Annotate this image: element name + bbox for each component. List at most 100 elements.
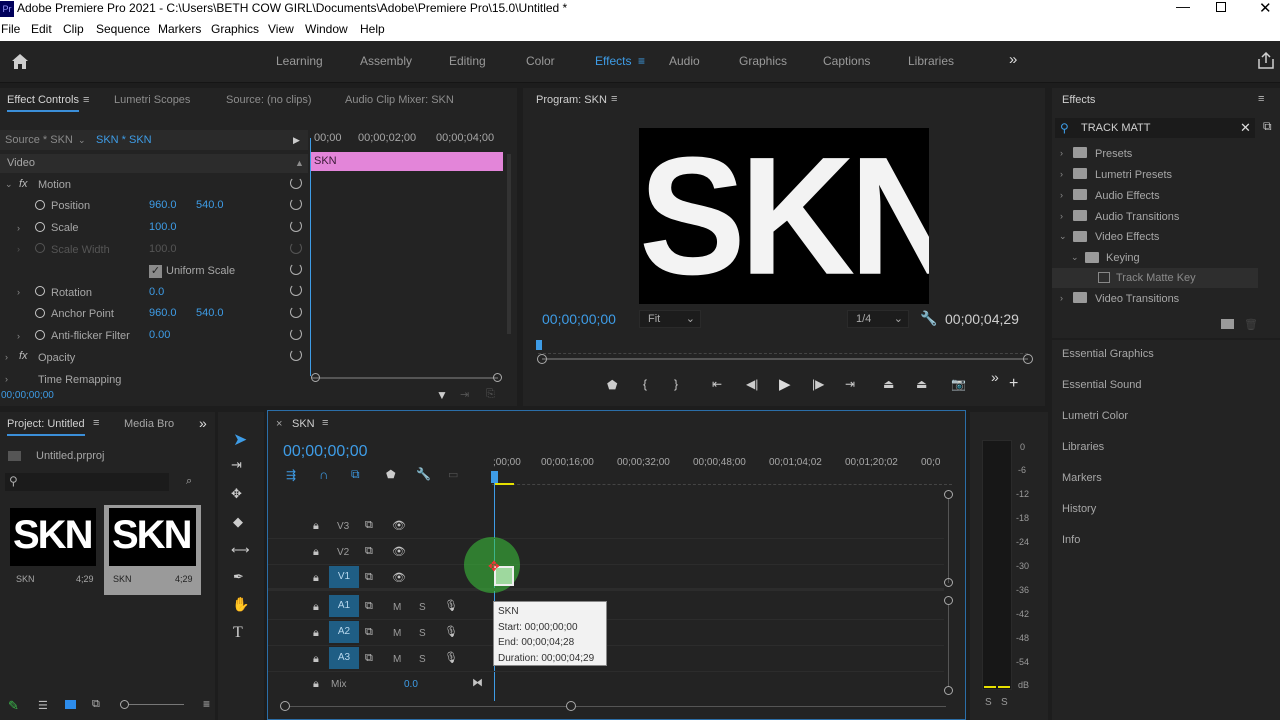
hand-tool-icon[interactable]: ✋: [232, 596, 249, 613]
sync-lock-icon[interactable]: ⧉: [365, 626, 373, 639]
effects-search-input[interactable]: TRACK MATT: [1081, 122, 1150, 134]
solo-button[interactable]: S: [419, 654, 426, 665]
panel-essential-sound[interactable]: Essential Sound: [1062, 379, 1142, 391]
mini-playhead[interactable]: [536, 340, 542, 350]
reset-icon[interactable]: [290, 284, 302, 296]
panel-info[interactable]: Info: [1062, 534, 1080, 546]
minimize-icon[interactable]: —: [1176, 0, 1190, 14]
expand-icon[interactable]: ›: [17, 287, 20, 297]
scroll-handle[interactable]: [944, 490, 953, 499]
lock-icon[interactable]: 🔒︎: [313, 627, 319, 640]
position-y[interactable]: 540.0: [196, 199, 224, 211]
expand-icon[interactable]: ›: [1060, 211, 1063, 221]
fit-dropdown[interactable]: Fit ⌄: [639, 310, 701, 328]
reset-icon[interactable]: [290, 328, 302, 340]
panel-essential-graphics[interactable]: Essential Graphics: [1062, 348, 1154, 360]
lock-icon[interactable]: 🔒︎: [313, 520, 319, 533]
timeline-timecode[interactable]: 00;00;00;00: [283, 443, 368, 461]
add-marker-icon[interactable]: ⬟: [607, 378, 617, 392]
pencil-icon[interactable]: ✎: [8, 698, 19, 714]
go-to-out-icon[interactable]: ⇥: [845, 377, 855, 391]
track-v2[interactable]: 🔒︎ V2 ⧉ 👁︎: [268, 540, 944, 565]
sync-lock-icon[interactable]: ⧉: [365, 545, 373, 558]
sync-lock-icon[interactable]: ⧉: [365, 600, 373, 613]
panel-markers[interactable]: Markers: [1062, 472, 1102, 484]
stopwatch-icon[interactable]: [35, 330, 45, 340]
mark-out-icon[interactable]: }: [674, 377, 678, 391]
zoom-slider[interactable]: [124, 704, 184, 705]
camera-icon[interactable]: 📷: [951, 377, 966, 391]
menu-graphics[interactable]: Graphics: [211, 22, 259, 36]
scroll-handle[interactable]: [944, 596, 953, 605]
position-x[interactable]: 960.0: [149, 199, 177, 211]
scroll-handle-left[interactable]: [311, 373, 320, 382]
more-tabs-icon[interactable]: »: [199, 415, 207, 431]
program-timecode[interactable]: 00;00;00;00: [542, 311, 616, 327]
mini-ruler[interactable]: [538, 344, 1028, 354]
tree-item-lumetri-presets[interactable]: Lumetri Presets: [1095, 169, 1172, 181]
type-tool-icon[interactable]: T: [233, 624, 243, 642]
expand-icon[interactable]: ›: [1060, 190, 1063, 200]
panel-menu-icon[interactable]: ≡: [83, 94, 89, 106]
collapse-arrow-icon[interactable]: ▲: [295, 158, 304, 168]
scroll-handle[interactable]: [944, 686, 953, 695]
menu-window[interactable]: Window: [305, 22, 348, 36]
tab-audio-clip-mixer[interactable]: Audio Clip Mixer: SKN: [345, 94, 454, 106]
project-search-box[interactable]: [5, 473, 169, 491]
slider-handle[interactable]: [120, 700, 129, 709]
menu-edit[interactable]: Edit: [31, 22, 52, 36]
expand-icon[interactable]: ›: [5, 352, 8, 362]
icon-view-icon[interactable]: [65, 700, 76, 709]
solo-left-button[interactable]: S: [985, 697, 992, 708]
lock-icon[interactable]: 🔒︎: [313, 653, 319, 666]
selection-tool-icon[interactable]: ➤: [233, 430, 247, 450]
mute-button[interactable]: M: [393, 654, 401, 665]
quality-dropdown[interactable]: 1/4 ⌄: [847, 310, 909, 328]
sequence-tab[interactable]: SKN: [292, 418, 315, 430]
tree-item-keying[interactable]: Keying: [1106, 252, 1140, 264]
scroll-handle[interactable]: [944, 578, 953, 587]
rotation-value[interactable]: 0.0: [149, 286, 164, 298]
expand-icon[interactable]: ›: [17, 223, 20, 233]
track-target-a2[interactable]: A2: [329, 621, 359, 643]
scroll-handle-left[interactable]: [280, 701, 290, 711]
panel-libraries[interactable]: Libraries: [1062, 441, 1104, 453]
export-icon[interactable]: ⇥: [460, 388, 469, 401]
lift-icon[interactable]: ⏏: [883, 377, 894, 391]
scale-value[interactable]: 100.0: [149, 221, 177, 233]
filter-icon[interactable]: ▼: [436, 388, 448, 402]
sync-lock-icon[interactable]: ⧉: [365, 652, 373, 665]
workspace-menu-icon[interactable]: ≡: [638, 54, 645, 68]
workspace-learning[interactable]: Learning: [276, 54, 323, 68]
pen-tool-icon[interactable]: ✒: [233, 569, 244, 585]
panel-menu-icon[interactable]: ≡: [203, 697, 210, 711]
project-item[interactable]: SKN SKN 4;29: [10, 508, 96, 598]
anchor-y[interactable]: 540.0: [196, 307, 224, 319]
workspace-libraries[interactable]: Libraries: [908, 54, 954, 68]
stopwatch-icon[interactable]: [35, 222, 45, 232]
add-button-icon[interactable]: +: [1009, 375, 1018, 393]
v-scrollbar[interactable]: [948, 499, 949, 583]
zoom-bar[interactable]: [542, 358, 1028, 360]
home-icon[interactable]: [11, 53, 29, 70]
clip-selector[interactable]: SKN * SKN: [96, 134, 152, 146]
stopwatch-icon[interactable]: [35, 200, 45, 210]
restore-icon[interactable]: [1216, 2, 1226, 12]
h-scrollbar[interactable]: [286, 706, 946, 707]
menu-clip[interactable]: Clip: [63, 22, 84, 36]
freeform-view-icon[interactable]: ⧉: [92, 698, 100, 711]
new-bin-icon[interactable]: ⧉: [1263, 119, 1272, 134]
panel-history[interactable]: History: [1062, 503, 1096, 515]
menu-markers[interactable]: Markers: [158, 22, 201, 36]
panel-menu-icon[interactable]: ≡: [322, 417, 328, 429]
scroll-handle-right[interactable]: [493, 373, 502, 382]
menu-sequence[interactable]: Sequence: [96, 22, 150, 36]
uniform-scale-checkbox[interactable]: ✓: [149, 265, 162, 278]
eye-icon[interactable]: 👁︎: [392, 519, 406, 532]
mark-in-icon[interactable]: {: [643, 377, 647, 391]
microphone-icon[interactable]: 🎙︎: [444, 651, 458, 664]
microphone-icon[interactable]: 🎙︎: [444, 625, 458, 638]
tab-source[interactable]: Source: (no clips): [226, 94, 312, 106]
more-buttons-icon[interactable]: »: [991, 369, 999, 385]
clear-search-icon[interactable]: ✕: [1240, 120, 1251, 136]
